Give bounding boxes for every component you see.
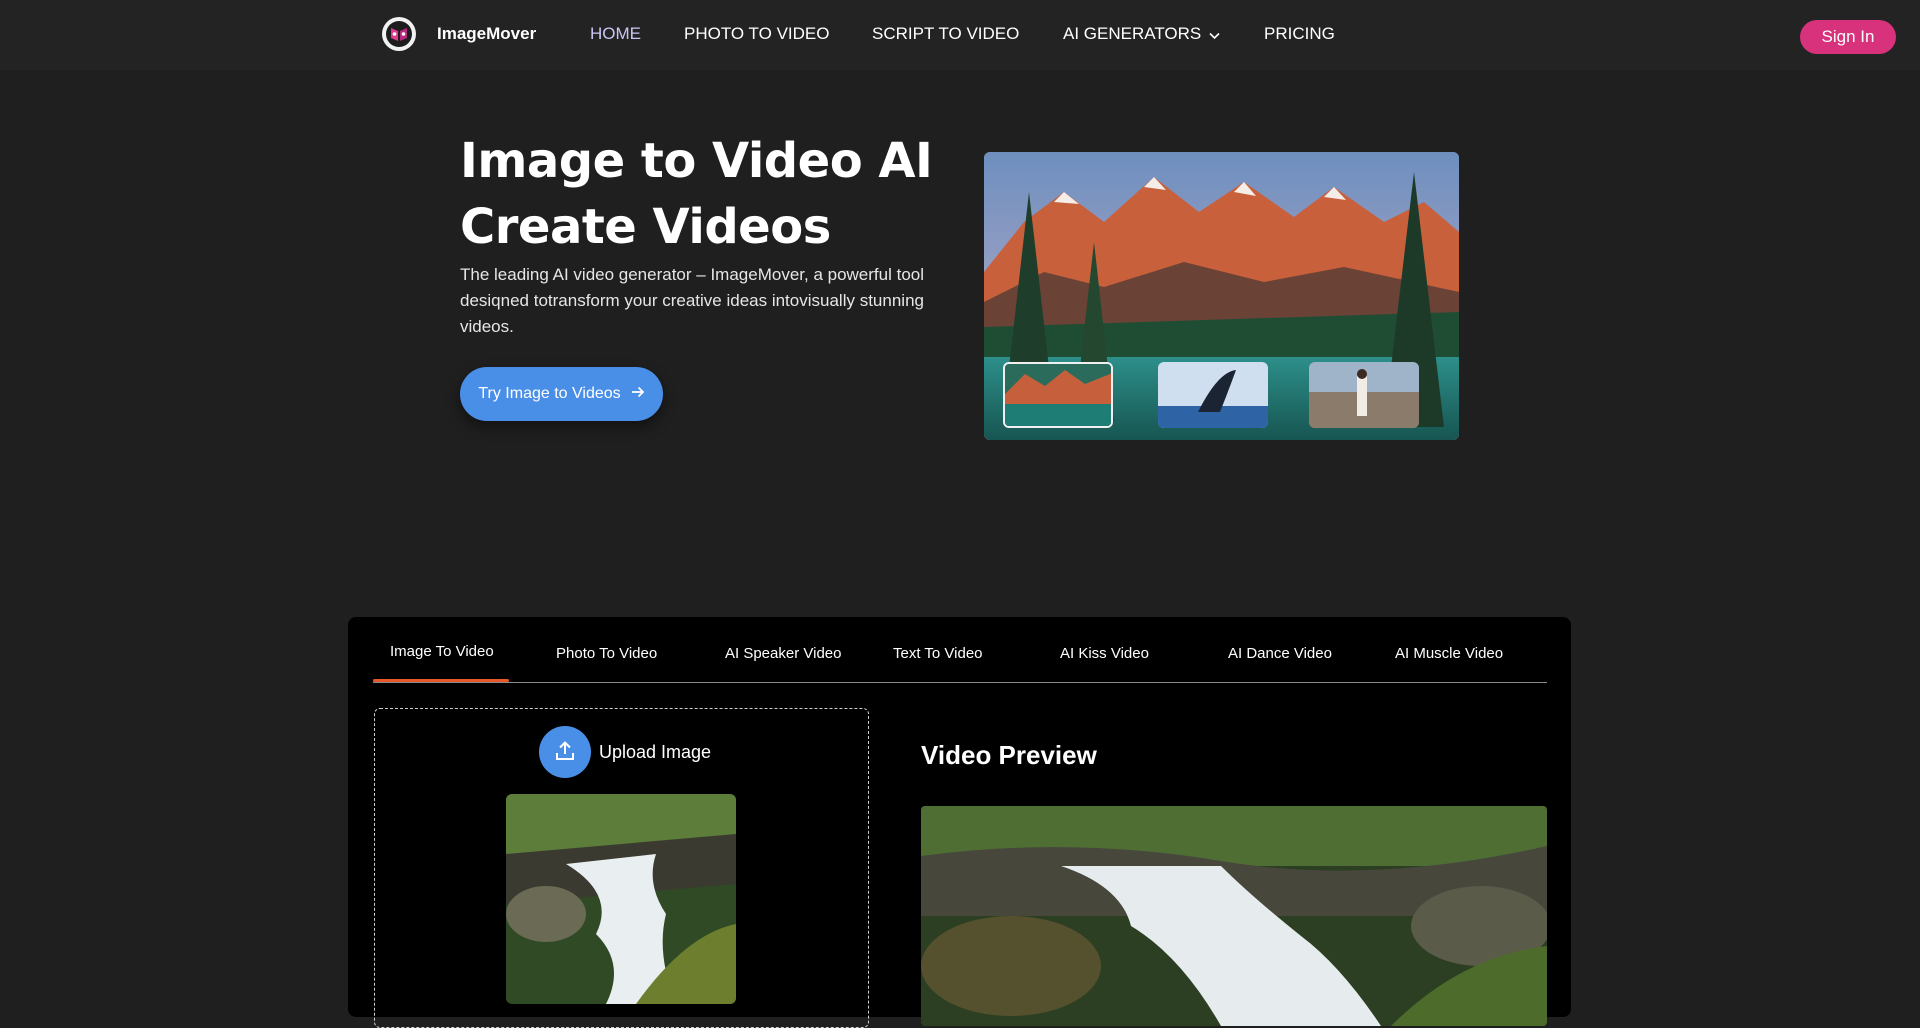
tab-ai-kiss-video[interactable]: AI Kiss Video	[1060, 645, 1149, 662]
arrow-right-icon	[631, 385, 645, 403]
nav-script-to-video[interactable]: SCRIPT TO VIDEO	[872, 24, 1019, 44]
hero-title: Image to Video AI Create Videos	[460, 128, 960, 260]
upload-icon	[553, 739, 577, 766]
nav-ai-generators[interactable]: AI GENERATORS	[1063, 24, 1220, 45]
nav-photo-to-video[interactable]: PHOTO TO VIDEO	[684, 24, 829, 44]
video-preview-title: Video Preview	[921, 740, 1097, 770]
video-preview-player[interactable]	[921, 806, 1547, 1026]
upload-dropzone[interactable]: Upload Image	[374, 708, 869, 1028]
nav-home[interactable]: HOME	[590, 24, 641, 44]
upload-button[interactable]	[539, 726, 591, 778]
logo-icon[interactable]	[382, 17, 416, 51]
hero-title-line1: Image to Video AI	[460, 133, 933, 189]
hero-title-line2: Create Videos	[460, 199, 831, 255]
sign-in-button[interactable]: Sign In	[1800, 20, 1896, 54]
tool-panel: Image To Video Photo To Video AI Speaker…	[348, 617, 1571, 1028]
tab-text-to-video[interactable]: Text To Video	[893, 645, 983, 662]
hero-description: The leading AI video generator – ImageMo…	[460, 265, 925, 336]
brand-name[interactable]: ImageMover	[437, 24, 536, 44]
tab-ai-muscle-video[interactable]: AI Muscle Video	[1395, 645, 1503, 662]
tab-image-to-video[interactable]: Image To Video	[390, 643, 494, 660]
thumbnail-mountain[interactable]	[1003, 362, 1113, 428]
cta-label: Try Image to Videos	[478, 385, 621, 402]
tab-photo-to-video[interactable]: Photo To Video	[556, 645, 657, 662]
chevron-down-icon	[1209, 25, 1220, 45]
nav-pricing[interactable]: PRICING	[1264, 24, 1335, 44]
try-image-to-videos-button[interactable]: Try Image to Videos	[460, 367, 663, 421]
active-tab-indicator	[373, 679, 509, 682]
tool-tabs: Image To Video Photo To Video AI Speaker…	[373, 617, 1547, 683]
tab-ai-speaker-video[interactable]: AI Speaker Video	[725, 645, 841, 662]
top-nav: ImageMover HOME PHOTO TO VIDEO SCRIPT TO…	[0, 0, 1920, 70]
nav-ai-generators-label: AI GENERATORS	[1063, 24, 1202, 43]
thumbnail-person[interactable]	[1309, 362, 1419, 428]
hero-mountain-lake-image	[984, 152, 1459, 440]
upload-image-label: Upload Image	[599, 742, 712, 762]
tab-ai-dance-video[interactable]: AI Dance Video	[1228, 645, 1332, 662]
thumbnail-whale[interactable]	[1158, 362, 1268, 428]
uploaded-waterfall-image	[506, 794, 736, 1004]
